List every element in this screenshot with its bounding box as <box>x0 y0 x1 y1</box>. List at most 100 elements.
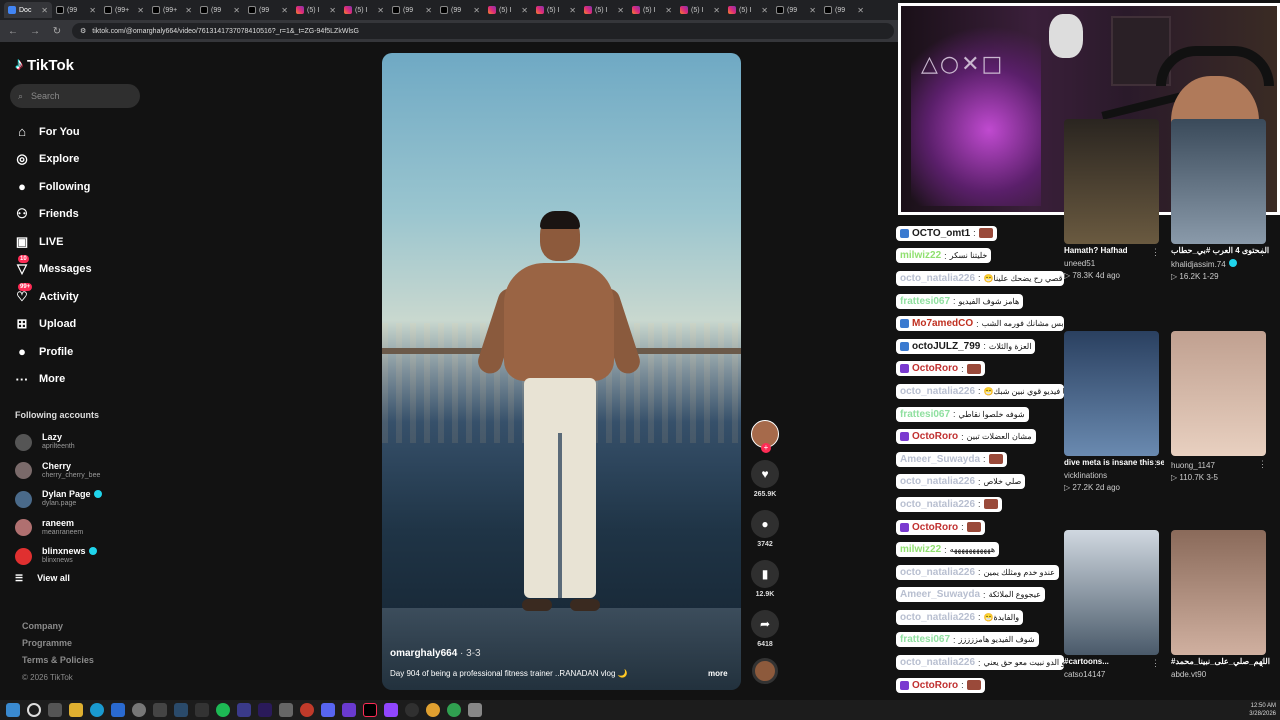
heart-icon[interactable]: ♥ <box>751 460 779 488</box>
obs-icon[interactable] <box>405 703 419 717</box>
nav-item-activity[interactable]: ♡ 99+ Activity <box>14 282 154 311</box>
settings-icon[interactable] <box>132 703 146 717</box>
more-options-icon[interactable]: ⋮ <box>1151 658 1160 669</box>
video-card[interactable]: #اللهم_صلي_على_نبينا_محمد abde.vt90 ⋮ <box>1171 530 1271 679</box>
tiktok-logo[interactable]: ♪ TikTok <box>15 56 74 74</box>
browser-tab[interactable]: (99 ✕ <box>772 2 820 18</box>
chat-username[interactable]: octoJULZ_799 <box>912 341 980 352</box>
chat-username[interactable]: octo_natalia226 <box>900 567 975 578</box>
close-tab-icon[interactable]: ✕ <box>329 6 336 15</box>
close-tab-icon[interactable]: ✕ <box>617 6 624 15</box>
more-options-icon[interactable]: ⋮ <box>1151 459 1160 470</box>
chat-username[interactable]: Ameer_Suwayda <box>900 454 980 465</box>
close-tab-icon[interactable]: ✕ <box>89 6 96 15</box>
nav-item-for-you[interactable]: ⌂ For You <box>14 118 154 146</box>
video-card-user[interactable]: uneed51 <box>1064 259 1164 268</box>
app3-icon[interactable] <box>342 703 356 717</box>
close-tab-icon[interactable]: ✕ <box>761 6 768 15</box>
controller-icon[interactable] <box>153 703 167 717</box>
notes-icon[interactable] <box>468 703 482 717</box>
close-tab-icon[interactable]: ✕ <box>665 6 672 15</box>
chrome2-icon[interactable] <box>447 703 461 717</box>
chat-username[interactable]: Ameer_Suwayda <box>900 589 980 600</box>
browser-tab[interactable]: (5) I ✕ <box>484 2 532 18</box>
chat-username[interactable]: octo_natalia226 <box>900 273 975 284</box>
browser-tab[interactable]: (5) I ✕ <box>532 2 580 18</box>
chat-username[interactable]: milwiz22 <box>900 250 941 261</box>
chat-username[interactable]: frattesi067 <box>900 409 950 420</box>
nav-item-more[interactable]: ··· More <box>14 366 154 394</box>
chat-username[interactable]: frattesi067 <box>900 296 950 307</box>
close-tab-icon[interactable]: ✕ <box>713 6 720 15</box>
video-card[interactable]: huong_1147 ▷ 110.7K 3-5 ⋮ <box>1171 331 1271 482</box>
browser-tab[interactable]: (99 ✕ <box>52 2 100 18</box>
steam-icon[interactable] <box>174 703 188 717</box>
twitch-icon[interactable] <box>384 703 398 717</box>
comment-icon[interactable]: ● <box>751 510 779 538</box>
footer-link-company[interactable]: Company <box>22 618 94 635</box>
start-icon[interactable] <box>6 703 20 717</box>
video-card[interactable]: أسئلة لصناع المحتوى 4 العرب #بي_حطابkhal… <box>1171 119 1271 281</box>
close-tab-icon[interactable]: ✕ <box>857 6 864 15</box>
chat-username[interactable]: OctoRoro <box>912 522 958 533</box>
browser-tab[interactable]: (99+ ✕ <box>100 2 148 18</box>
nav-item-following[interactable]: ● Following <box>14 173 154 201</box>
site-info-icon[interactable]: ⚙ <box>80 27 86 35</box>
nav-item-profile[interactable]: ● Profile <box>14 338 154 366</box>
close-tab-icon[interactable]: ✕ <box>233 6 240 15</box>
video-thumbnail[interactable] <box>1064 331 1159 456</box>
system-clock[interactable]: 12:50 AM 3/28/2026 <box>1249 702 1276 718</box>
files-icon[interactable] <box>279 703 293 717</box>
forward-icon[interactable]: → <box>28 26 42 37</box>
video-thumbnail[interactable] <box>1171 331 1266 456</box>
video-card-user[interactable]: abde.vt90 <box>1171 670 1271 679</box>
outlook-icon[interactable] <box>111 703 125 717</box>
close-tab-icon[interactable]: ✕ <box>473 6 480 15</box>
app-icon[interactable] <box>237 703 251 717</box>
following-account-item[interactable]: Lazy aprilteenth <box>15 428 155 457</box>
chrome-icon[interactable] <box>426 703 440 717</box>
close-tab-icon[interactable]: ✕ <box>377 6 384 15</box>
browser-tab[interactable]: (99 ✕ <box>196 2 244 18</box>
app2-icon[interactable] <box>300 703 314 717</box>
close-tab-icon[interactable]: ✕ <box>521 6 528 15</box>
following-account-item[interactable]: Dylan Page dylan.page <box>15 485 155 514</box>
video-thumbnail[interactable] <box>1064 119 1159 244</box>
footer-link-terms[interactable]: Terms & Policies <box>22 652 94 669</box>
video-card[interactable]: dive meta is insane this seaso... vicklin… <box>1064 331 1164 492</box>
close-tab-icon[interactable]: ✕ <box>809 6 816 15</box>
caption-more-button[interactable]: more <box>708 669 728 678</box>
premiere-icon[interactable] <box>258 703 272 717</box>
following-account-item[interactable]: blinxnews blinxnews <box>15 542 155 571</box>
nav-item-messages[interactable]: ▽ 10 Messages <box>14 255 154 284</box>
url-field[interactable]: ⚙ tiktok.com/@omarghaly664/video/7613141… <box>72 23 894 39</box>
back-icon[interactable]: ← <box>6 26 20 37</box>
following-account-item[interactable]: raneem meanraneem <box>15 514 155 543</box>
more-options-icon[interactable]: ⋮ <box>1151 247 1160 258</box>
follow-plus-icon[interactable]: + <box>761 443 771 453</box>
spotify-icon[interactable] <box>216 703 230 717</box>
browser-tab[interactable]: (5) I ✕ <box>676 2 724 18</box>
following-account-item[interactable]: Cherry cherry_cherry_bee <box>15 457 155 486</box>
browser-tab[interactable]: (5) I ✕ <box>724 2 772 18</box>
chat-username[interactable]: octo_natalia226 <box>900 499 975 510</box>
edge-icon[interactable] <box>90 703 104 717</box>
chat-username[interactable]: OCTO_omt1 <box>912 228 970 239</box>
explorer-icon[interactable] <box>69 703 83 717</box>
more-options-icon[interactable]: ⋮ <box>1258 247 1267 258</box>
close-tab-icon[interactable]: ✕ <box>185 6 192 15</box>
taskview-icon[interactable] <box>48 703 62 717</box>
search-app-icon[interactable] <box>195 703 209 717</box>
chat-username[interactable]: milwiz22 <box>900 544 941 555</box>
video-card-user[interactable]: catso14147 <box>1064 670 1164 679</box>
reload-icon[interactable]: ↻ <box>50 26 64 37</box>
video-card-user[interactable]: huong_1147 <box>1171 461 1271 470</box>
chat-username[interactable]: Mo7amedCO <box>912 318 973 329</box>
chat-username[interactable]: octo_natalia226 <box>900 386 975 397</box>
browser-tab[interactable]: (99 ✕ <box>388 2 436 18</box>
search-input[interactable]: ⌕ Search <box>10 84 140 108</box>
discord-icon[interactable] <box>321 703 335 717</box>
view-all-button[interactable]: ☰ View all <box>15 573 155 584</box>
browser-tab[interactable]: (99+ ✕ <box>148 2 196 18</box>
browser-tab[interactable]: (99 ✕ <box>820 2 868 18</box>
